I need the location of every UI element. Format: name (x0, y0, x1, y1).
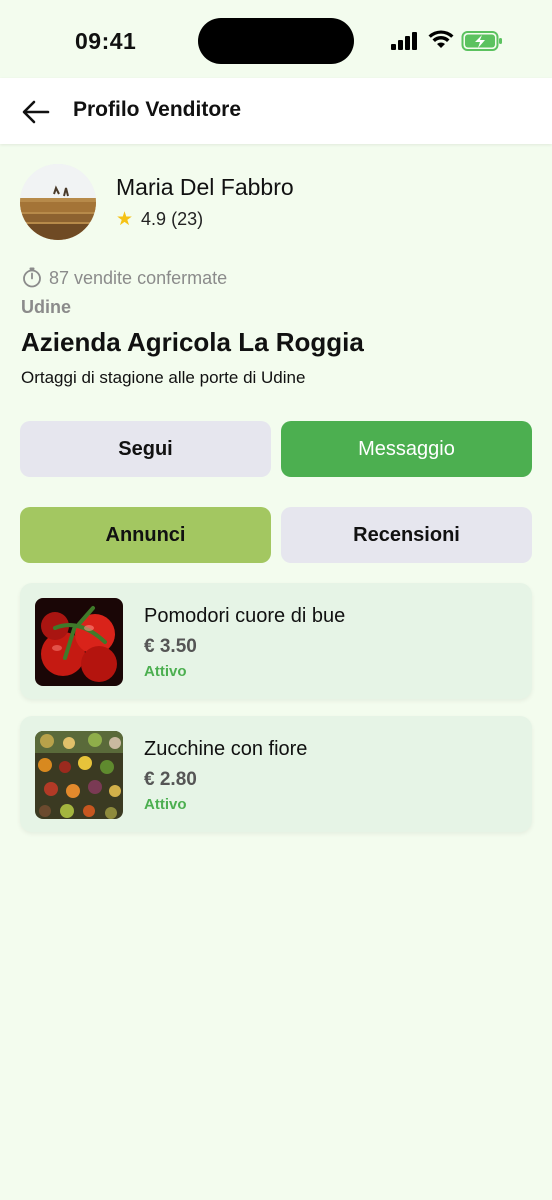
dynamic-island (198, 18, 354, 64)
tab-reviews[interactable]: Recensioni (281, 507, 532, 563)
stopwatch-icon (23, 267, 41, 288)
listing-title: Zucchine con fiore (144, 738, 308, 760)
navigation-bar: Profilo Venditore (0, 78, 552, 144)
avatar (20, 164, 96, 240)
farm-description: Ortaggi di stagione alle porte di Udine (21, 368, 306, 387)
listing-image-tomatoes (35, 598, 123, 686)
listing-price: € 3.50 (144, 636, 197, 657)
battery-icon (461, 31, 502, 51)
wifi-icon (428, 30, 454, 48)
confirmed-sales: 87 vendite confermate (21, 266, 227, 289)
tab-ads[interactable]: Annunci (20, 507, 271, 563)
rating-value: 4.9 (141, 209, 167, 229)
seller-name: Maria Del Fabbro (116, 174, 294, 200)
listing-status: Attivo (144, 663, 187, 680)
listing-card[interactable]: Zucchine con fiore € 2.80 Attivo (20, 716, 532, 832)
listing-card[interactable]: Pomodori cuore di bue € 3.50 Attivo (20, 583, 532, 699)
back-button[interactable] (14, 90, 58, 134)
message-button[interactable]: Messaggio (281, 421, 532, 477)
listing-status: Attivo (144, 796, 187, 813)
star-icon: ★ (116, 209, 134, 230)
seller-rating: ★ 4.9 (23) (116, 208, 203, 231)
follow-button[interactable]: Segui (20, 421, 271, 477)
seller-city: Udine (21, 297, 72, 317)
listing-price: € 2.80 (144, 769, 197, 790)
status-time: 09:41 (75, 28, 137, 54)
review-count: (23) (171, 209, 204, 229)
signal-icon (391, 32, 417, 50)
status-bar: 09:41 (0, 0, 552, 80)
farm-name: Azienda Agricola La Roggia (21, 327, 364, 357)
listing-image-market (35, 731, 123, 819)
page-title: Profilo Venditore (73, 98, 242, 121)
confirmed-sales-text: 87 vendite confermate (49, 268, 228, 288)
arrow-left-icon (22, 100, 50, 124)
listing-title: Pomodori cuore di bue (144, 605, 346, 627)
